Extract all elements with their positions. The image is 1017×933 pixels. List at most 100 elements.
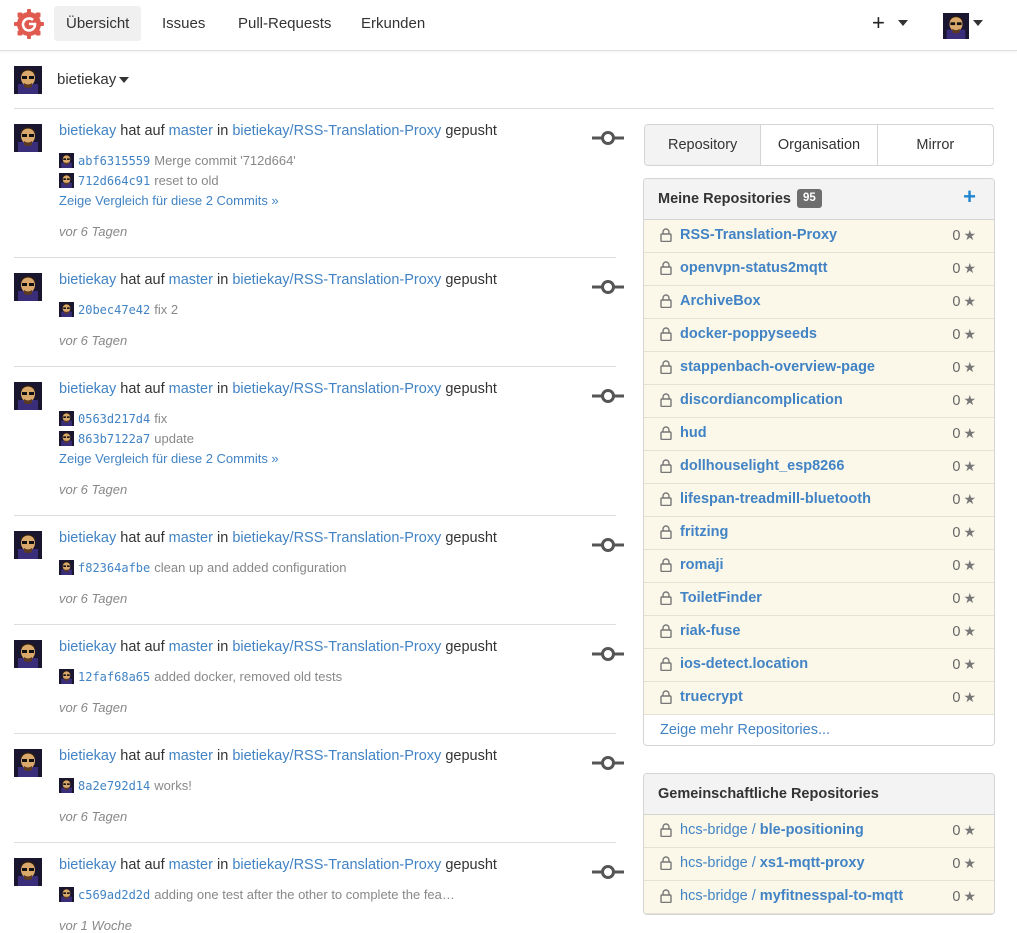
user-menu-caret-icon[interactable]	[973, 20, 983, 26]
repo-name-link[interactable]: romaji	[680, 557, 724, 573]
repo-list-item[interactable]: hcs-bridge / xs1-mqtt-proxy 0 ★	[644, 848, 994, 881]
feed-timestamp: vor 6 Tagen	[59, 809, 128, 824]
gitea-logo-icon[interactable]	[14, 9, 44, 39]
feed-branch-link[interactable]: master	[169, 748, 213, 764]
my-repositories-header: Meine Repositories 95 +	[644, 179, 994, 220]
feed-user-link[interactable]: bietiekay	[59, 381, 116, 397]
feed-user-avatar[interactable]	[14, 124, 42, 152]
repo-name-link[interactable]: ios-detect.location	[680, 656, 808, 672]
commit-sha-link[interactable]: 863b7122a7	[78, 432, 150, 446]
repo-list-item[interactable]: hcs-bridge / ble-positioning 0 ★	[644, 815, 994, 848]
feed-repo-link[interactable]: bietiekay/RSS-Translation-Proxy	[232, 857, 441, 873]
repo-name-link[interactable]: discordiancomplication	[680, 392, 843, 408]
nav-issues[interactable]: Issues	[150, 6, 217, 41]
feed-branch-link[interactable]: master	[169, 123, 213, 139]
repo-name-link[interactable]: dollhouselight_esp8266	[680, 458, 844, 474]
lock-icon	[660, 492, 672, 506]
repo-name-link[interactable]: RSS-Translation-Proxy	[680, 227, 837, 243]
feed-user-avatar[interactable]	[14, 273, 42, 301]
commit-sha-link[interactable]: 0563d217d4	[78, 412, 150, 426]
repo-list-item[interactable]: stappenbach-overview-page 0 ★	[644, 352, 994, 385]
feed-repo-link[interactable]: bietiekay/RSS-Translation-Proxy	[232, 272, 441, 288]
repo-list-item[interactable]: RSS-Translation-Proxy 0 ★	[644, 220, 994, 253]
feed-branch-link[interactable]: master	[169, 639, 213, 655]
repo-list-item[interactable]: ArchiveBox 0 ★	[644, 286, 994, 319]
repo-stars: 0 ★	[952, 590, 976, 607]
commit-author-avatar	[59, 411, 74, 426]
feed-branch-link[interactable]: master	[169, 381, 213, 397]
tab-mirror[interactable]: Mirror	[878, 125, 993, 165]
compare-commits-link[interactable]: Zeige Vergleich für diese 2 Commits »	[59, 451, 279, 466]
feed-branch-link[interactable]: master	[169, 530, 213, 546]
feed-branch-link[interactable]: master	[169, 857, 213, 873]
repo-name-link[interactable]: openvpn-status2mqtt	[680, 260, 827, 276]
repo-name-link[interactable]: hcs-bridge / myfitnesspal-to-mqtt	[680, 888, 903, 904]
feed-user-link[interactable]: bietiekay	[59, 639, 116, 655]
feed-user-avatar[interactable]	[14, 382, 42, 410]
commit-author-avatar	[59, 887, 74, 902]
nav-pull-requests[interactable]: Pull-Requests	[226, 6, 343, 41]
commit-sha-link[interactable]: 8a2e792d14	[78, 779, 150, 793]
repo-name-link[interactable]: docker-poppyseeds	[680, 326, 817, 342]
feed-user-avatar[interactable]	[14, 858, 42, 886]
feed-branch-link[interactable]: master	[169, 272, 213, 288]
commit-sha-link[interactable]: 712d664c91	[78, 174, 150, 188]
commit-sha-link[interactable]: 20bec47e42	[78, 303, 150, 317]
feed-user-link[interactable]: bietiekay	[59, 748, 116, 764]
feed-user-link[interactable]: bietiekay	[59, 530, 116, 546]
tab-organisation[interactable]: Organisation	[761, 125, 878, 165]
create-new-button[interactable]: +	[872, 12, 885, 34]
feed-user-avatar[interactable]	[14, 531, 42, 559]
repo-name-link[interactable]: lifespan-treadmill-bluetooth	[680, 491, 871, 507]
tab-repository[interactable]: Repository	[645, 125, 762, 165]
repo-list-item[interactable]: hud 0 ★	[644, 418, 994, 451]
repo-list-item[interactable]: truecrypt 0 ★	[644, 682, 994, 715]
show-more-repos-link[interactable]: Zeige mehr Repositories...	[644, 715, 994, 745]
create-dropdown-caret-icon[interactable]	[898, 20, 908, 26]
repo-list-item[interactable]: ios-detect.location 0 ★	[644, 649, 994, 682]
repo-list-item[interactable]: lifespan-treadmill-bluetooth 0 ★	[644, 484, 994, 517]
repo-name-link[interactable]: stappenbach-overview-page	[680, 359, 875, 375]
repo-name-link[interactable]: hcs-bridge / xs1-mqtt-proxy	[680, 855, 865, 871]
repo-owner: hcs-bridge /	[680, 855, 760, 871]
repo-list-item[interactable]: ToiletFinder 0 ★	[644, 583, 994, 616]
repo-count-badge: 95	[797, 189, 822, 208]
repo-list-item[interactable]: dollhouselight_esp8266 0 ★	[644, 451, 994, 484]
feed-user-link[interactable]: bietiekay	[59, 272, 116, 288]
feed-repo-link[interactable]: bietiekay/RSS-Translation-Proxy	[232, 530, 441, 546]
repo-list-item[interactable]: docker-poppyseeds 0 ★	[644, 319, 994, 352]
repo-list-item[interactable]: discordiancomplication 0 ★	[644, 385, 994, 418]
repo-list-item[interactable]: riak-fuse 0 ★	[644, 616, 994, 649]
repo-name-link[interactable]: hcs-bridge / ble-positioning	[680, 822, 864, 838]
repo-list-item[interactable]: hcs-bridge / myfitnesspal-to-mqtt 0 ★	[644, 881, 994, 914]
repo-name-link[interactable]: ArchiveBox	[680, 293, 761, 309]
feed-user-link[interactable]: bietiekay	[59, 857, 116, 873]
add-repo-button[interactable]: +	[963, 186, 976, 208]
feed-user-link[interactable]: bietiekay	[59, 123, 116, 139]
commit-sha-link[interactable]: 12faf68a65	[78, 670, 150, 684]
feed-repo-link[interactable]: bietiekay/RSS-Translation-Proxy	[232, 381, 441, 397]
feed-repo-link[interactable]: bietiekay/RSS-Translation-Proxy	[232, 123, 441, 139]
feed-repo-link[interactable]: bietiekay/RSS-Translation-Proxy	[232, 748, 441, 764]
repo-name-link[interactable]: hud	[680, 425, 707, 441]
repo-name-link[interactable]: riak-fuse	[680, 623, 740, 639]
feed-user-avatar[interactable]	[14, 640, 42, 668]
user-avatar-menu[interactable]	[943, 13, 969, 39]
feed-in: in	[217, 748, 229, 764]
repo-list-item[interactable]: fritzing 0 ★	[644, 517, 994, 550]
repo-name-link[interactable]: truecrypt	[680, 689, 743, 705]
compare-commits-link[interactable]: Zeige Vergleich für diese 2 Commits »	[59, 193, 279, 208]
feed-user-avatar[interactable]	[14, 749, 42, 777]
commit-sha-link[interactable]: abf6315559	[78, 154, 150, 168]
star-count: 0	[952, 360, 961, 376]
nav-explore[interactable]: Erkunden	[349, 6, 437, 41]
repo-name-link[interactable]: ToiletFinder	[680, 590, 762, 606]
repo-name-link[interactable]: fritzing	[680, 524, 728, 540]
commit-sha-link[interactable]: f82364afbe	[78, 561, 150, 575]
repo-name: docker-poppyseeds	[680, 326, 817, 342]
repo-list-item[interactable]: romaji 0 ★	[644, 550, 994, 583]
feed-repo-link[interactable]: bietiekay/RSS-Translation-Proxy	[232, 639, 441, 655]
repo-list-item[interactable]: openvpn-status2mqtt 0 ★	[644, 253, 994, 286]
nav-dashboard[interactable]: Übersicht	[54, 6, 142, 41]
commit-sha-link[interactable]: c569ad2d2d	[78, 888, 150, 902]
